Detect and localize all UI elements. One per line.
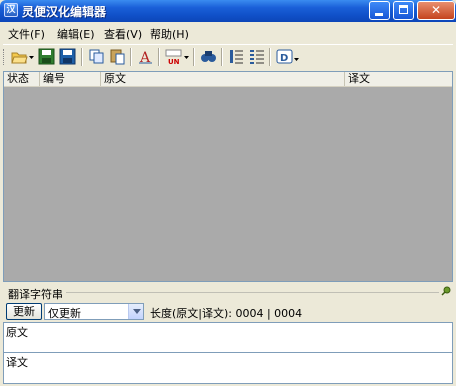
string-list[interactable]: 状态 编号 原文 译文 [3,71,453,282]
open-folder-icon[interactable] [11,48,28,65]
translation-label: 译文 [6,356,28,369]
chevron-down-icon[interactable] [128,304,143,319]
minimize-icon [375,13,383,16]
svg-text:UN: UN [168,58,180,65]
encoding-icon[interactable]: UN [165,48,182,66]
list-numbered-icon[interactable] [228,48,245,65]
length-indicator: 长度(原文|译文): 0004 | 0004 [150,307,303,320]
translate-text-icon[interactable]: A [137,48,154,66]
menu-view[interactable]: 查看(V) [104,26,142,42]
menu-help[interactable]: 帮助(H) [150,26,189,42]
close-icon: ✕ [430,3,442,17]
toolbar-separator [81,48,83,66]
original-label: 原文 [6,326,28,339]
menu-bar: 文件(F) 编辑(E) 查看(V) 帮助(H) [0,23,456,43]
close-button[interactable]: ✕ [417,1,455,20]
save-icon[interactable] [38,48,55,65]
minimize-button[interactable] [369,1,390,20]
window-title: 灵便汉化编辑器 [22,5,107,19]
column-header-id[interactable]: 编号 [40,72,101,86]
translation-text-box[interactable]: 译文 [3,352,453,384]
menu-edit[interactable]: 编辑(E) [57,26,95,42]
toolbar-separator [269,48,271,66]
paste-icon[interactable] [109,48,126,65]
toolbar-separator [221,48,223,66]
maximize-icon [399,5,408,14]
title-bar[interactable]: 汉 灵便汉化编辑器 ✕ [0,0,456,22]
encoding-dropdown-arrow[interactable] [184,48,190,65]
app-window: 汉 灵便汉化编辑器 ✕ 文件(F) 编辑(E) 查看(V) 帮助(H) A UN… [0,0,456,386]
pin-icon[interactable] [441,286,451,296]
group-title: 翻译字符串 [8,288,63,301]
column-header-translation[interactable]: 译文 [345,72,452,86]
toolbar-separator [158,48,160,66]
dialog-icon[interactable]: D [276,48,293,65]
toolbar-separator [130,48,132,66]
list-details-icon[interactable] [248,48,265,65]
list-header: 状态 编号 原文 译文 [4,72,452,87]
app-icon[interactable]: 汉 [4,3,18,17]
toolbar-separator [193,48,195,66]
find-icon[interactable] [200,48,217,65]
toolbar: A UN D [3,44,453,69]
update-mode-select[interactable]: 仅更新 [44,303,144,320]
update-button[interactable]: 更新 [6,303,42,320]
column-header-original[interactable]: 原文 [101,72,345,86]
maximize-button[interactable] [393,1,414,20]
update-mode-value: 仅更新 [48,307,81,320]
copy-icon[interactable] [88,48,105,65]
open-dropdown-arrow[interactable] [29,48,35,65]
dialog-dropdown-arrow[interactable] [294,48,300,65]
toolbar-grip[interactable] [3,49,7,65]
svg-text:D: D [280,53,288,64]
original-text-box[interactable]: 原文 [3,322,453,354]
menu-file[interactable]: 文件(F) [8,26,45,42]
column-header-status[interactable]: 状态 [4,72,40,86]
group-divider [66,292,439,293]
save-as-icon[interactable] [59,48,76,65]
